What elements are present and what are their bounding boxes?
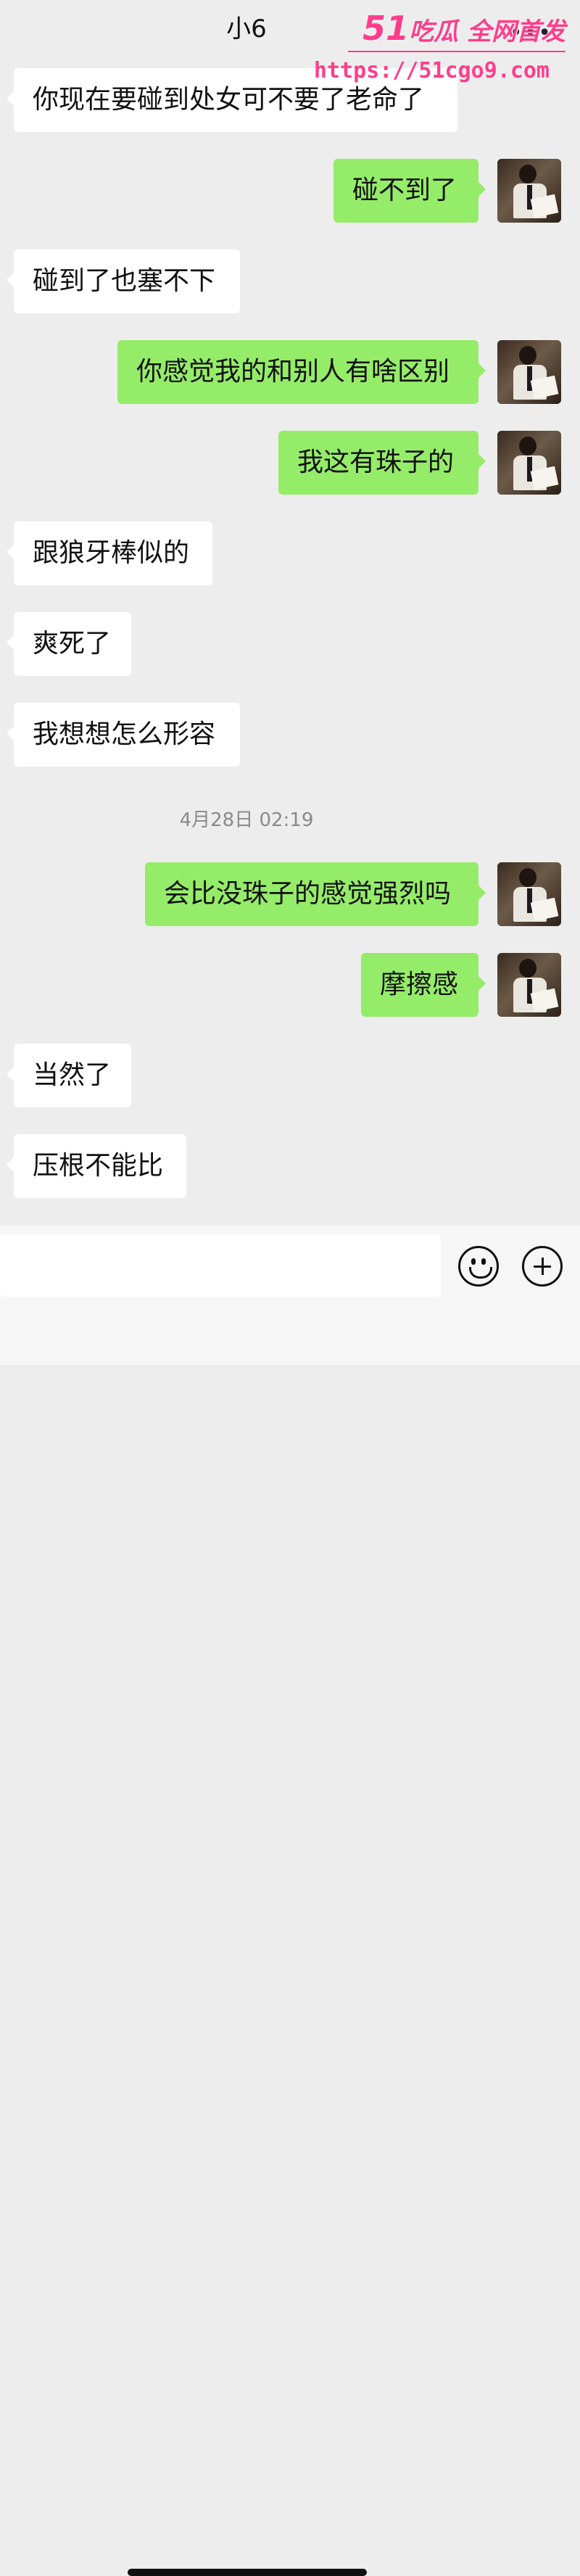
message-incoming: 当然了 [0, 1044, 580, 1107]
message-incoming: 爽死了 [0, 612, 580, 676]
message-outgoing: 碰不到了 [0, 159, 580, 223]
message-input[interactable] [0, 1234, 441, 1297]
watermark-url: https://51cgo9.com [313, 58, 550, 83]
message-outgoing: 我这有珠子的 [0, 431, 580, 495]
message-bubble[interactable]: 碰不到了 [334, 159, 486, 223]
avatar[interactable] [497, 431, 561, 495]
message-bubble[interactable]: 我想想怎么形容 [7, 703, 240, 767]
message-bubble[interactable]: 摩擦感 [361, 953, 486, 1017]
watermark-logo: 51吃瓜 全网首发 [362, 9, 566, 48]
message-bubble[interactable]: 会比没珠子的感觉强烈吗 [145, 862, 486, 926]
message-bubble[interactable]: 压根不能比 [7, 1134, 186, 1198]
message-bubble[interactable]: 我这有珠子的 [278, 431, 486, 495]
message-incoming: 我想想怎么形容 [0, 703, 580, 767]
emoji-icon[interactable] [458, 1246, 499, 1287]
message-incoming: 压根不能比 [0, 1134, 580, 1198]
message-outgoing: 会比没珠子的感觉强烈吗 [0, 862, 580, 926]
avatar[interactable] [497, 340, 561, 404]
message-incoming: 跟狼牙棒似的 [0, 521, 580, 585]
message-incoming: 碰到了也塞不下 [0, 249, 580, 313]
message-outgoing: 摩擦感 [0, 953, 580, 1017]
message-bubble[interactable]: 跟狼牙棒似的 [7, 521, 212, 585]
input-bar [0, 1226, 580, 2576]
home-indicator[interactable] [128, 2569, 367, 2576]
timestamp: 4月28日 02:19 [179, 809, 314, 831]
watermark: 51吃瓜 全网首发 https://51cgo9.com [314, 9, 571, 83]
message-outgoing: 你感觉我的和别人有啥区别 [0, 340, 580, 404]
avatar[interactable] [497, 159, 561, 223]
message-bubble[interactable]: 当然了 [7, 1044, 131, 1107]
avatar[interactable] [497, 862, 561, 926]
watermark-divider [348, 51, 566, 52]
message-bubble[interactable]: 碰到了也塞不下 [7, 249, 240, 313]
message-bubble[interactable]: 你感觉我的和别人有啥区别 [117, 340, 486, 404]
avatar[interactable] [497, 953, 561, 1017]
plus-icon[interactable] [522, 1246, 563, 1287]
message-bubble[interactable]: 爽死了 [7, 612, 131, 676]
